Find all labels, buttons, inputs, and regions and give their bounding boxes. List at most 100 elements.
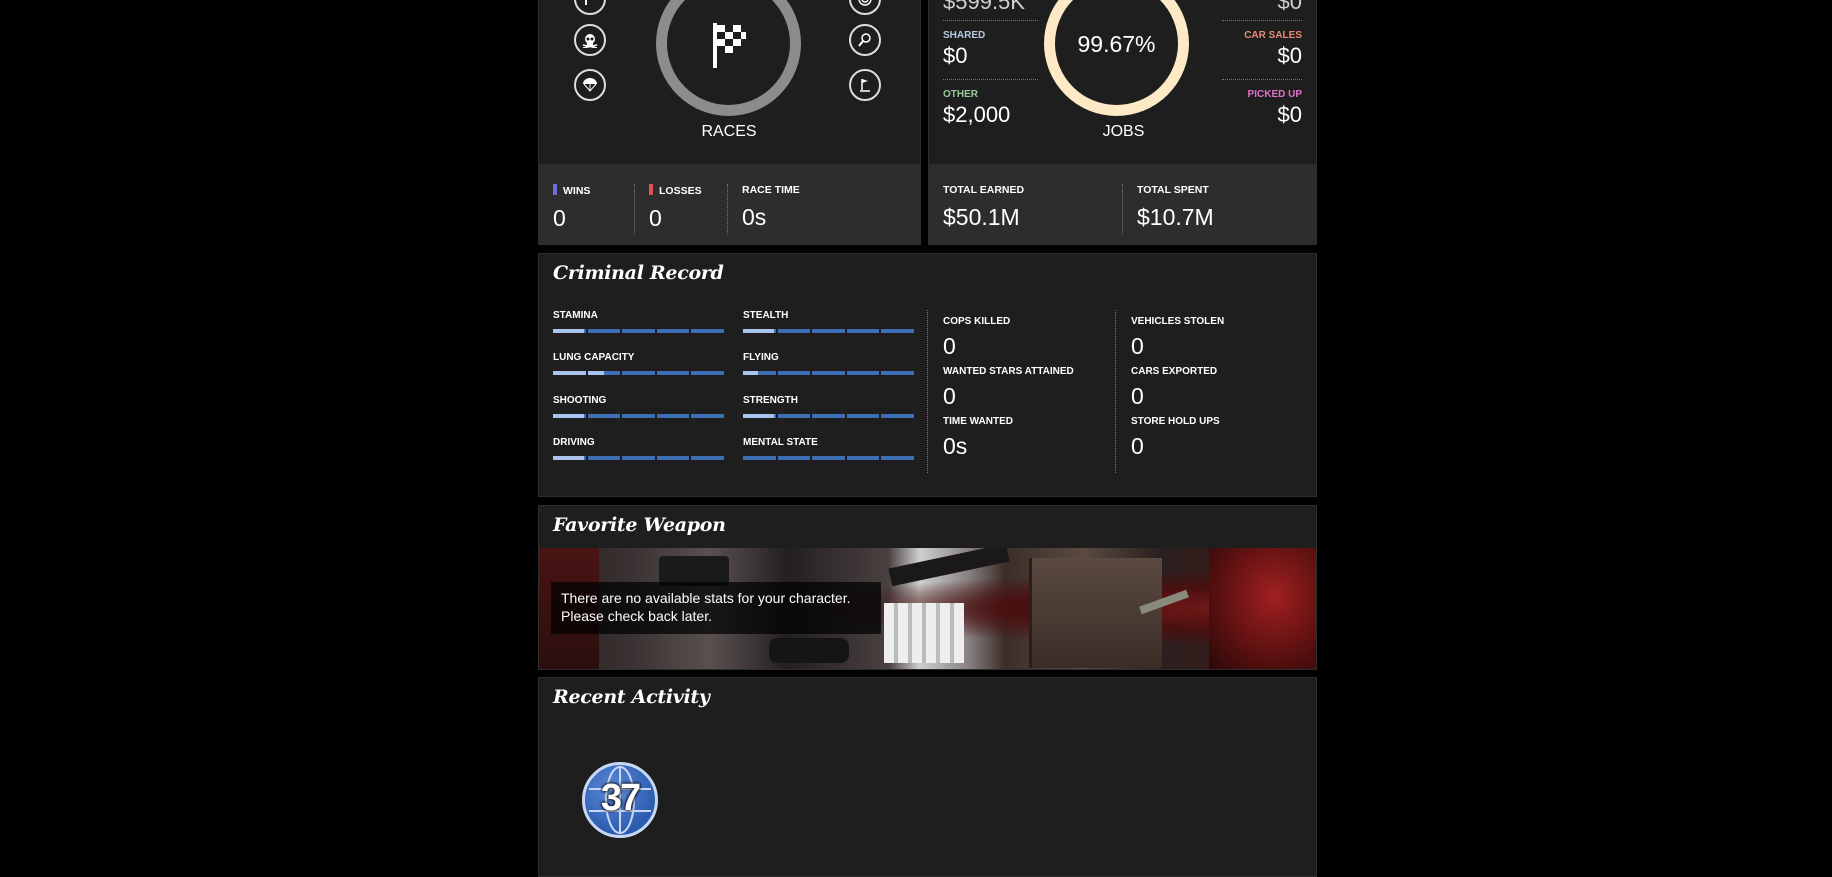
skill-bar-segment bbox=[553, 371, 586, 375]
car-sales-stat: CAR SALES $0 bbox=[1244, 30, 1302, 68]
skill-bar-segment bbox=[691, 414, 724, 418]
race-time-stat: RACE TIME 0s bbox=[742, 184, 800, 230]
races-panel: RACES WINS 0 LOSSES 0 RACE TIME 0s bbox=[538, 0, 921, 245]
favorite-weapon-title: Favorite Weapon bbox=[553, 514, 726, 536]
parachute-icon[interactable] bbox=[574, 69, 606, 101]
races-title: RACES bbox=[701, 123, 757, 140]
skill-bar bbox=[553, 371, 724, 375]
skill-bar-fill bbox=[553, 414, 584, 418]
skill-bar-fill bbox=[743, 414, 774, 418]
time-wanted-stat: TIME WANTED 0s bbox=[943, 416, 1013, 459]
jobs-ring bbox=[1044, 0, 1189, 116]
skill-bar-fill bbox=[587, 371, 604, 375]
skill-bar-segment bbox=[743, 329, 776, 333]
other-stat: OTHER $2,000 bbox=[943, 89, 1011, 127]
skill-bar-segment bbox=[812, 456, 845, 460]
races-stats-bar: WINS 0 LOSSES 0 RACE TIME 0s bbox=[539, 164, 920, 244]
cars-exported-stat: CARS EXPORTED 0 bbox=[1131, 366, 1218, 409]
skill-bar-segment bbox=[691, 329, 724, 333]
skill-bar-segment bbox=[812, 414, 845, 418]
skill-bar-segment bbox=[743, 371, 776, 375]
total-spent-stat: TOTAL SPENT $10.7M bbox=[1137, 184, 1214, 230]
skill-bar bbox=[553, 329, 724, 333]
skill-bar-segment bbox=[846, 329, 880, 333]
skill-bar-segment bbox=[622, 371, 655, 375]
skill-bar-segment bbox=[777, 414, 811, 418]
skill-bar-segment bbox=[846, 456, 880, 460]
favorite-weapon-panel: Favorite Weapon There are no available s… bbox=[538, 505, 1317, 670]
wins-marker bbox=[553, 184, 557, 195]
skill-bar-segment bbox=[743, 456, 776, 460]
jobs-top-right-value: $0 bbox=[1277, 0, 1302, 14]
skill-bar-segment bbox=[812, 371, 845, 375]
skill-bar-segment bbox=[656, 371, 690, 375]
skill-bar-fill bbox=[553, 371, 586, 375]
wanted-stars-stat: WANTED STARS ATTAINED 0 bbox=[943, 366, 1074, 409]
skull-icon[interactable] bbox=[574, 24, 606, 56]
store-hold-ups-stat: STORE HOLD UPS 0 bbox=[1131, 416, 1220, 459]
skill-bar-fill bbox=[553, 329, 584, 333]
skill-bar-segment bbox=[553, 414, 586, 418]
losses-stat: LOSSES 0 bbox=[649, 184, 702, 231]
weapon-background-image: There are no available stats for your ch… bbox=[539, 548, 1316, 669]
skill-bar-segment bbox=[881, 456, 914, 460]
skill-mental-state: MENTAL STATE bbox=[743, 437, 914, 460]
rank-globe-badge[interactable]: 37 bbox=[582, 762, 658, 838]
skill-bar bbox=[553, 456, 724, 460]
criminal-record-panel: Criminal Record STAMINA STEALTH LUNG CAP… bbox=[538, 253, 1317, 497]
recent-activity-title: Recent Activity bbox=[553, 686, 710, 708]
shared-stat: SHARED $0 bbox=[943, 30, 986, 68]
skill-bar-segment bbox=[846, 414, 880, 418]
vehicles-stolen-stat: VEHICLES STOLEN 0 bbox=[1131, 316, 1225, 359]
skill-stealth: STEALTH bbox=[743, 310, 914, 333]
skill-bar-segment bbox=[846, 371, 880, 375]
skill-bar bbox=[743, 329, 914, 333]
wins-stat: WINS 0 bbox=[553, 184, 591, 231]
skill-bar-segment bbox=[777, 371, 811, 375]
picked-up-stat: PICKED UP $0 bbox=[1247, 89, 1302, 127]
skill-bar-segment bbox=[656, 456, 690, 460]
skill-bar-segment bbox=[587, 329, 621, 333]
skill-bar-fill bbox=[743, 329, 774, 333]
skill-bar-segment bbox=[587, 371, 621, 375]
skill-bar-segment bbox=[553, 329, 586, 333]
skill-bar-fill bbox=[743, 371, 758, 375]
tennis-icon[interactable] bbox=[849, 24, 881, 56]
skill-bar bbox=[743, 414, 914, 418]
skill-bar bbox=[743, 371, 914, 375]
skill-bar-segment bbox=[691, 371, 724, 375]
skill-flying: FLYING bbox=[743, 352, 914, 375]
skill-shooting: SHOOTING bbox=[553, 395, 724, 418]
skill-bar-fill bbox=[553, 456, 584, 460]
skill-bar-segment bbox=[777, 456, 811, 460]
skill-bar-segment bbox=[881, 329, 914, 333]
race-flag-icon[interactable] bbox=[574, 0, 606, 15]
skill-bar-segment bbox=[656, 329, 690, 333]
skill-lung-capacity: LUNG CAPACITY bbox=[553, 352, 724, 375]
rank-number: 37 bbox=[600, 777, 641, 819]
skill-bar bbox=[743, 456, 914, 460]
golf-icon[interactable] bbox=[849, 69, 881, 101]
target-icon[interactable] bbox=[849, 0, 881, 15]
skill-bar-segment bbox=[881, 414, 914, 418]
skill-bar-segment bbox=[553, 456, 586, 460]
skill-bar-segment bbox=[656, 414, 690, 418]
skill-bar-segment bbox=[743, 414, 776, 418]
jobs-top-left-value: $599.5K bbox=[943, 0, 1025, 14]
total-earned-stat: TOTAL EARNED $50.1M bbox=[943, 184, 1025, 230]
cops-killed-stat: COPS KILLED 0 bbox=[943, 316, 1011, 359]
skill-bar bbox=[553, 414, 724, 418]
skill-stamina: STAMINA bbox=[553, 310, 724, 333]
skill-bar-segment bbox=[587, 414, 621, 418]
skill-bar-segment bbox=[777, 329, 811, 333]
skill-driving: DRIVING bbox=[553, 437, 724, 460]
no-stats-message: There are no available stats for your ch… bbox=[551, 582, 881, 634]
jobs-stats-bar: TOTAL EARNED $50.1M TOTAL SPENT $10.7M bbox=[929, 164, 1316, 244]
jobs-panel: $599.5K $0 99.67% JOBS SHARED $0 OTHER $… bbox=[928, 0, 1317, 245]
skill-bar-segment bbox=[812, 329, 845, 333]
skill-bar-segment bbox=[622, 456, 655, 460]
skill-bar-segment bbox=[587, 456, 621, 460]
recent-activity-panel: Recent Activity 37 bbox=[538, 677, 1317, 877]
skill-bar-segment bbox=[622, 414, 655, 418]
jobs-percent: 99.67% bbox=[1077, 31, 1156, 57]
